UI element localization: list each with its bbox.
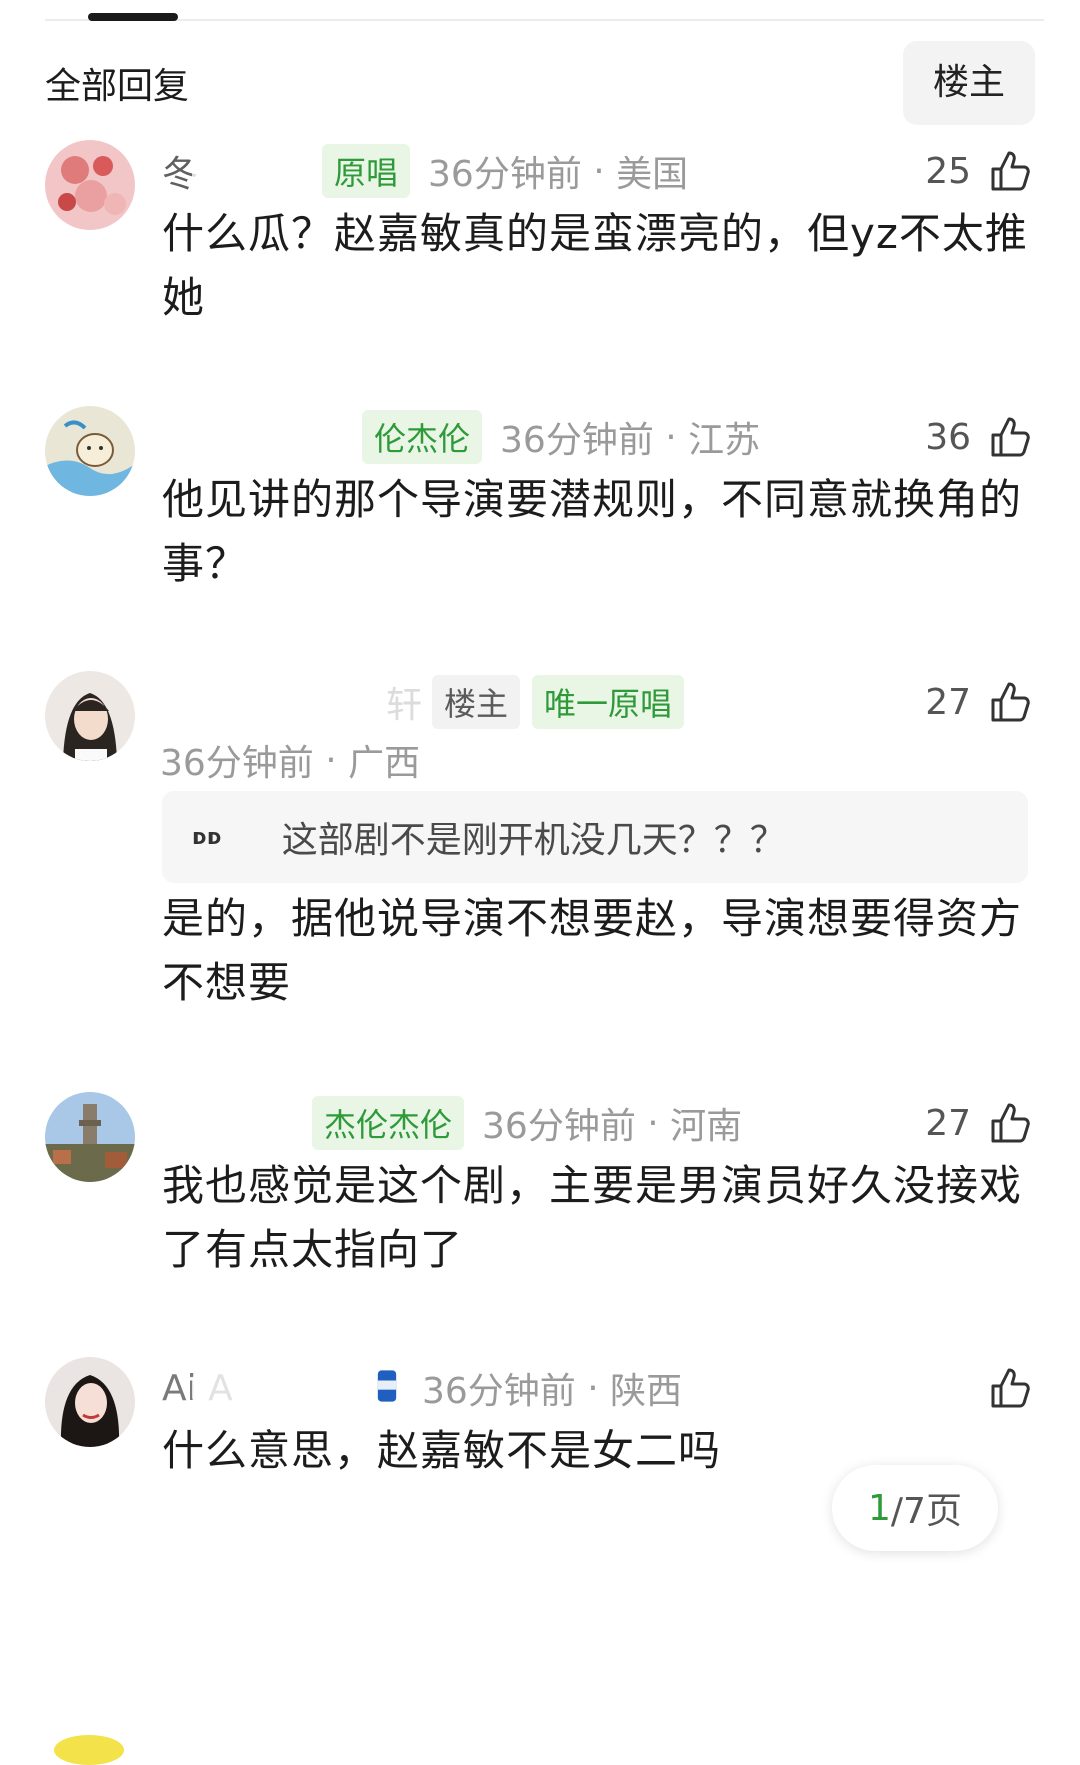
quote-user-icon: ᴅᴅ [192,824,222,850]
top-divider [45,19,1044,21]
comment-meta: 杰伦杰伦 36分钟前 · 河南 [162,1088,1035,1158]
host-badge: 楼主 [432,675,521,729]
like-count: 27 [925,681,971,723]
like-button[interactable]: 27 [925,669,1035,735]
location: 广西 [348,743,421,784]
thumbs-up-icon [987,413,1035,461]
like-button[interactable] [971,1355,1035,1421]
user-badge: 唯一原唱 [532,675,685,729]
section-title: 全部回复 [45,66,190,107]
page-indicator[interactable]: 1 /7页 [832,1465,998,1551]
like-count: 36 [925,416,971,458]
timestamp: 36分钟前 [160,743,314,784]
timestamp: 36分钟前 [500,420,654,461]
like-button[interactable]: 27 [925,1090,1035,1156]
comment-meta: Ai A 36分钟前 · 陕西 [162,1353,1035,1423]
avatar[interactable] [45,406,135,496]
user-badge: 原唱 [322,144,411,198]
timestamp: 36分钟前 [482,1106,636,1147]
username[interactable]: Ai A [162,1368,370,1409]
location: 陕西 [610,1371,683,1412]
comment-text: 我也感觉是这个剧，主要是男演员好久没接戏了有点太指向了 [162,1161,1023,1274]
location: 江苏 [688,420,761,461]
separator-dot: · [581,150,617,192]
thumbs-up-icon [987,1099,1035,1147]
replies-header: 全部回复 楼主 [45,40,1035,126]
thumbs-up-icon [987,678,1035,726]
avatar[interactable] [45,140,135,230]
username[interactable]: 轩 [162,676,430,728]
comment-meta: 冬 原唱 36分钟前 · 美国 [162,136,1035,206]
quoted-reply[interactable]: ᴅᴅ 这部剧不是刚开机没几天？？？ [162,791,1028,883]
comment-meta: 轩 楼主 唯一原唱 [162,667,1035,737]
location: 河南 [670,1106,743,1147]
comment-meta: 伦杰伦 36分钟前 · 江苏 [162,402,1035,472]
user-badge: 伦杰伦 [362,410,483,464]
quoted-text: 这部剧不是刚开机没几天？？？ [281,820,786,861]
like-count: 27 [925,1102,971,1144]
host-only-filter-button[interactable]: 楼主 [902,41,1035,125]
timestamp: 36分钟前 [428,154,582,195]
drag-handle[interactable] [88,13,178,21]
total-pages: /7页 [890,1491,962,1532]
current-page: 1 [868,1487,891,1529]
separator-dot: · [653,416,689,458]
separator-dot: · [635,1102,671,1144]
like-button[interactable]: 25 [925,138,1035,204]
comment-text: 是的，据他说导演不想要赵，导演想要得资方不想要 [162,894,1023,1007]
comment-meta-line2: 36分钟前 · 广西 [160,733,420,787]
thumbs-up-icon [987,147,1035,195]
thumbs-up-icon [987,1364,1035,1412]
username[interactable]: 冬 [162,145,320,197]
beverage-can-icon [376,1367,398,1409]
comment-text: 什么瓜？赵嘉敏真的是蛮漂亮的，但yz不太推她 [162,209,1028,322]
timestamp: 36分钟前 [422,1371,576,1412]
separator-dot: · [575,1367,611,1409]
avatar[interactable] [45,1357,135,1447]
location: 美国 [616,154,689,195]
comment-text: 他见讲的那个导演要潜规则，不同意就换角的事？ [162,475,1023,588]
avatar[interactable] [45,671,135,761]
next-comment-avatar[interactable] [54,1735,124,1765]
separator-dot: · [313,739,349,781]
user-badge: 杰伦杰伦 [312,1096,465,1150]
like-count: 25 [925,150,971,192]
like-button[interactable]: 36 [925,404,1035,470]
avatar[interactable] [45,1092,135,1182]
